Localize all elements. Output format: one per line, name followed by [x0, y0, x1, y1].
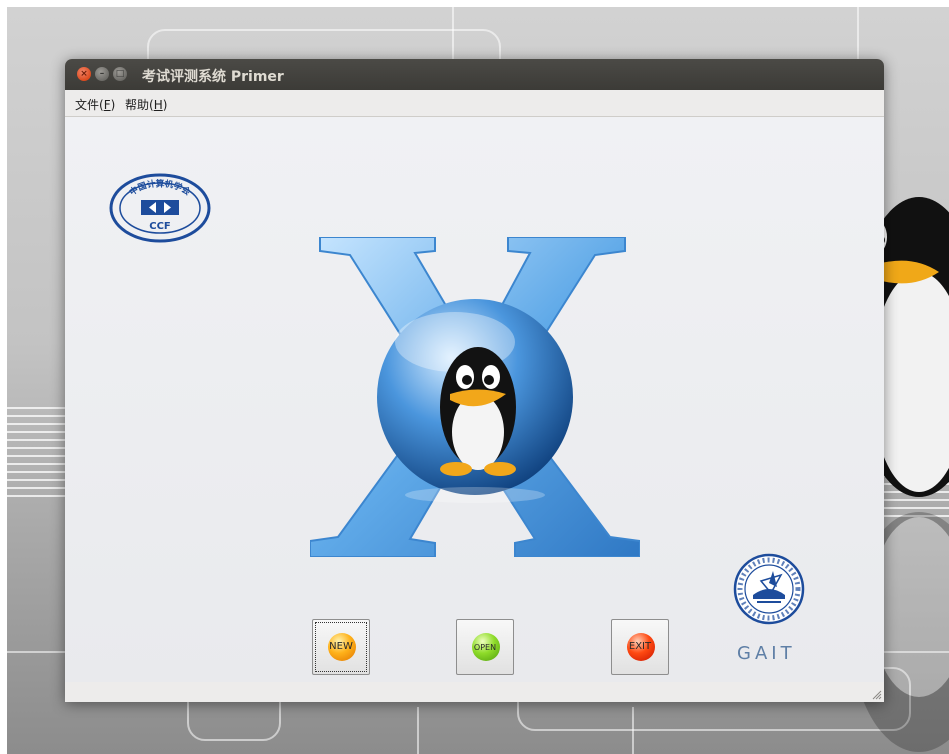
- wallpaper-line: [417, 707, 419, 754]
- open-button[interactable]: OPEN: [456, 619, 514, 675]
- menu-help-close-paren: ): [162, 98, 168, 112]
- wallpaper-line: [452, 7, 454, 67]
- resize-grip-icon[interactable]: [870, 688, 882, 700]
- window-maximize-button[interactable]: □: [113, 67, 127, 81]
- exit-button-label: EXIT: [628, 641, 652, 652]
- wallpaper-stripes: [7, 407, 67, 497]
- ccf-logo-text-bottom: CCF: [149, 221, 171, 232]
- menu-bar: 文件(F) 帮助(H): [65, 90, 884, 117]
- menu-file-close-paren: ): [110, 98, 116, 112]
- app-window: × – □ 考试评测系统 Primer 文件(F) 帮助(H) 中国计算机学会 …: [65, 59, 884, 702]
- menu-help-label: 帮助(: [125, 98, 154, 112]
- main-content: 中国计算机学会 CCF NEW OPEN EXIT GAIT: [65, 117, 884, 682]
- title-bar[interactable]: × – □ 考试评测系统 Primer: [65, 59, 884, 90]
- svg-text:中国计算机学会: 中国计算机学会: [127, 178, 192, 198]
- x-penguin-artwork: [310, 237, 640, 557]
- menu-help[interactable]: 帮助(H): [125, 96, 167, 113]
- menu-file-label: 文件(: [75, 98, 104, 112]
- menu-help-mnemonic: H: [153, 98, 163, 112]
- wallpaper-line: [857, 7, 859, 67]
- maximize-icon: □: [115, 69, 125, 79]
- new-button[interactable]: NEW: [312, 619, 370, 675]
- window-close-button[interactable]: ×: [77, 67, 91, 81]
- wallpaper-line: [632, 707, 634, 754]
- exit-button[interactable]: EXIT: [611, 619, 669, 675]
- close-icon: ×: [80, 69, 88, 79]
- ccf-logo: 中国计算机学会 CCF: [109, 173, 211, 243]
- minimize-icon: –: [99, 69, 105, 79]
- new-button-label: NEW: [329, 641, 353, 652]
- ccf-logo-text-top: 中国计算机学会: [127, 178, 192, 198]
- window-minimize-button[interactable]: –: [95, 67, 109, 81]
- status-bar: [65, 682, 884, 702]
- menu-file[interactable]: 文件(F): [75, 96, 115, 113]
- gait-label: GAIT: [737, 643, 796, 664]
- open-button-label: OPEN: [473, 643, 497, 652]
- menu-file-mnemonic: F: [103, 98, 111, 112]
- window-title: 考试评测系统 Primer: [142, 69, 284, 85]
- beihang-university-seal: [733, 553, 805, 625]
